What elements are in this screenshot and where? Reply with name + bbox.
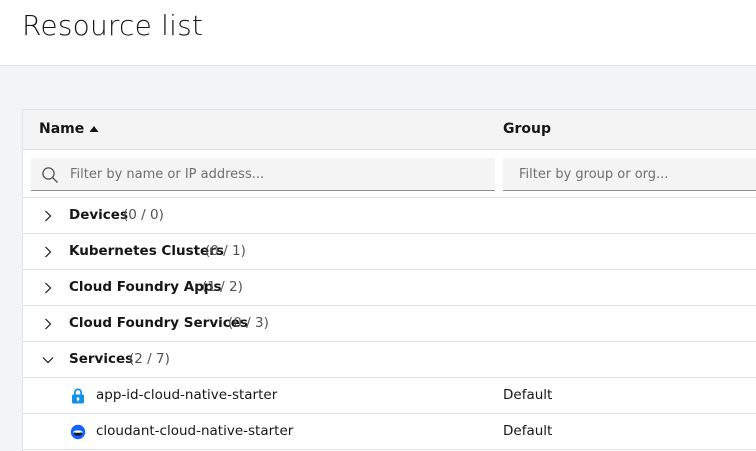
resource-name[interactable]: cloudant-cloud-native-starter bbox=[96, 423, 293, 439]
group-filter-input[interactable] bbox=[519, 158, 756, 190]
table-header: Name Group bbox=[23, 110, 756, 150]
group-row-cloud-foundry-apps[interactable]: Cloud Foundry Apps (1 / 2) bbox=[23, 270, 756, 306]
group-label: Cloud Foundry Apps bbox=[69, 279, 222, 295]
resource-table: Name Group Devices (0 / 0) Kubernetes Cl… bbox=[22, 109, 756, 451]
page-title: Resource list bbox=[22, 9, 204, 42]
group-label: Devices bbox=[69, 207, 128, 223]
cloudant-service-icon bbox=[70, 424, 86, 440]
group-row-devices[interactable]: Devices (0 / 0) bbox=[23, 198, 756, 234]
page-header: Resource list bbox=[0, 0, 756, 66]
name-filter-input[interactable] bbox=[70, 158, 490, 190]
group-label: Services bbox=[69, 351, 134, 367]
name-filter bbox=[31, 158, 495, 191]
group-count: (0 / 3) bbox=[228, 315, 269, 331]
resource-group: Default bbox=[503, 387, 553, 403]
chevron-right-icon[interactable] bbox=[41, 281, 55, 295]
resource-row[interactable]: app-id-cloud-native-starter Default bbox=[23, 378, 756, 414]
group-count: (1 / 2) bbox=[202, 279, 243, 295]
group-label: Kubernetes Clusters bbox=[69, 243, 224, 259]
resource-group: Default bbox=[503, 423, 553, 439]
group-filter bbox=[503, 158, 756, 191]
search-icon bbox=[42, 167, 58, 183]
chevron-right-icon[interactable] bbox=[41, 317, 55, 331]
group-row-cloud-foundry-services[interactable]: Cloud Foundry Services (0 / 3) bbox=[23, 306, 756, 342]
group-count: (0 / 0) bbox=[123, 207, 164, 223]
app-id-service-icon bbox=[72, 388, 84, 404]
group-count: (0 / 1) bbox=[205, 243, 246, 259]
column-header-name[interactable]: Name bbox=[39, 121, 84, 137]
group-label: Cloud Foundry Services bbox=[69, 315, 248, 331]
chevron-down-icon[interactable] bbox=[41, 353, 55, 367]
group-row-kubernetes-clusters[interactable]: Kubernetes Clusters (0 / 1) bbox=[23, 234, 756, 270]
column-header-group[interactable]: Group bbox=[503, 121, 551, 137]
group-count: (2 / 7) bbox=[129, 351, 170, 367]
resource-row[interactable]: cloudant-cloud-native-starter Default bbox=[23, 414, 756, 450]
filter-row bbox=[23, 150, 756, 198]
caret-up-icon[interactable] bbox=[87, 122, 101, 136]
chevron-right-icon[interactable] bbox=[41, 245, 55, 259]
resource-name[interactable]: app-id-cloud-native-starter bbox=[96, 387, 277, 403]
group-row-services[interactable]: Services (2 / 7) bbox=[23, 342, 756, 378]
chevron-right-icon[interactable] bbox=[41, 209, 55, 223]
